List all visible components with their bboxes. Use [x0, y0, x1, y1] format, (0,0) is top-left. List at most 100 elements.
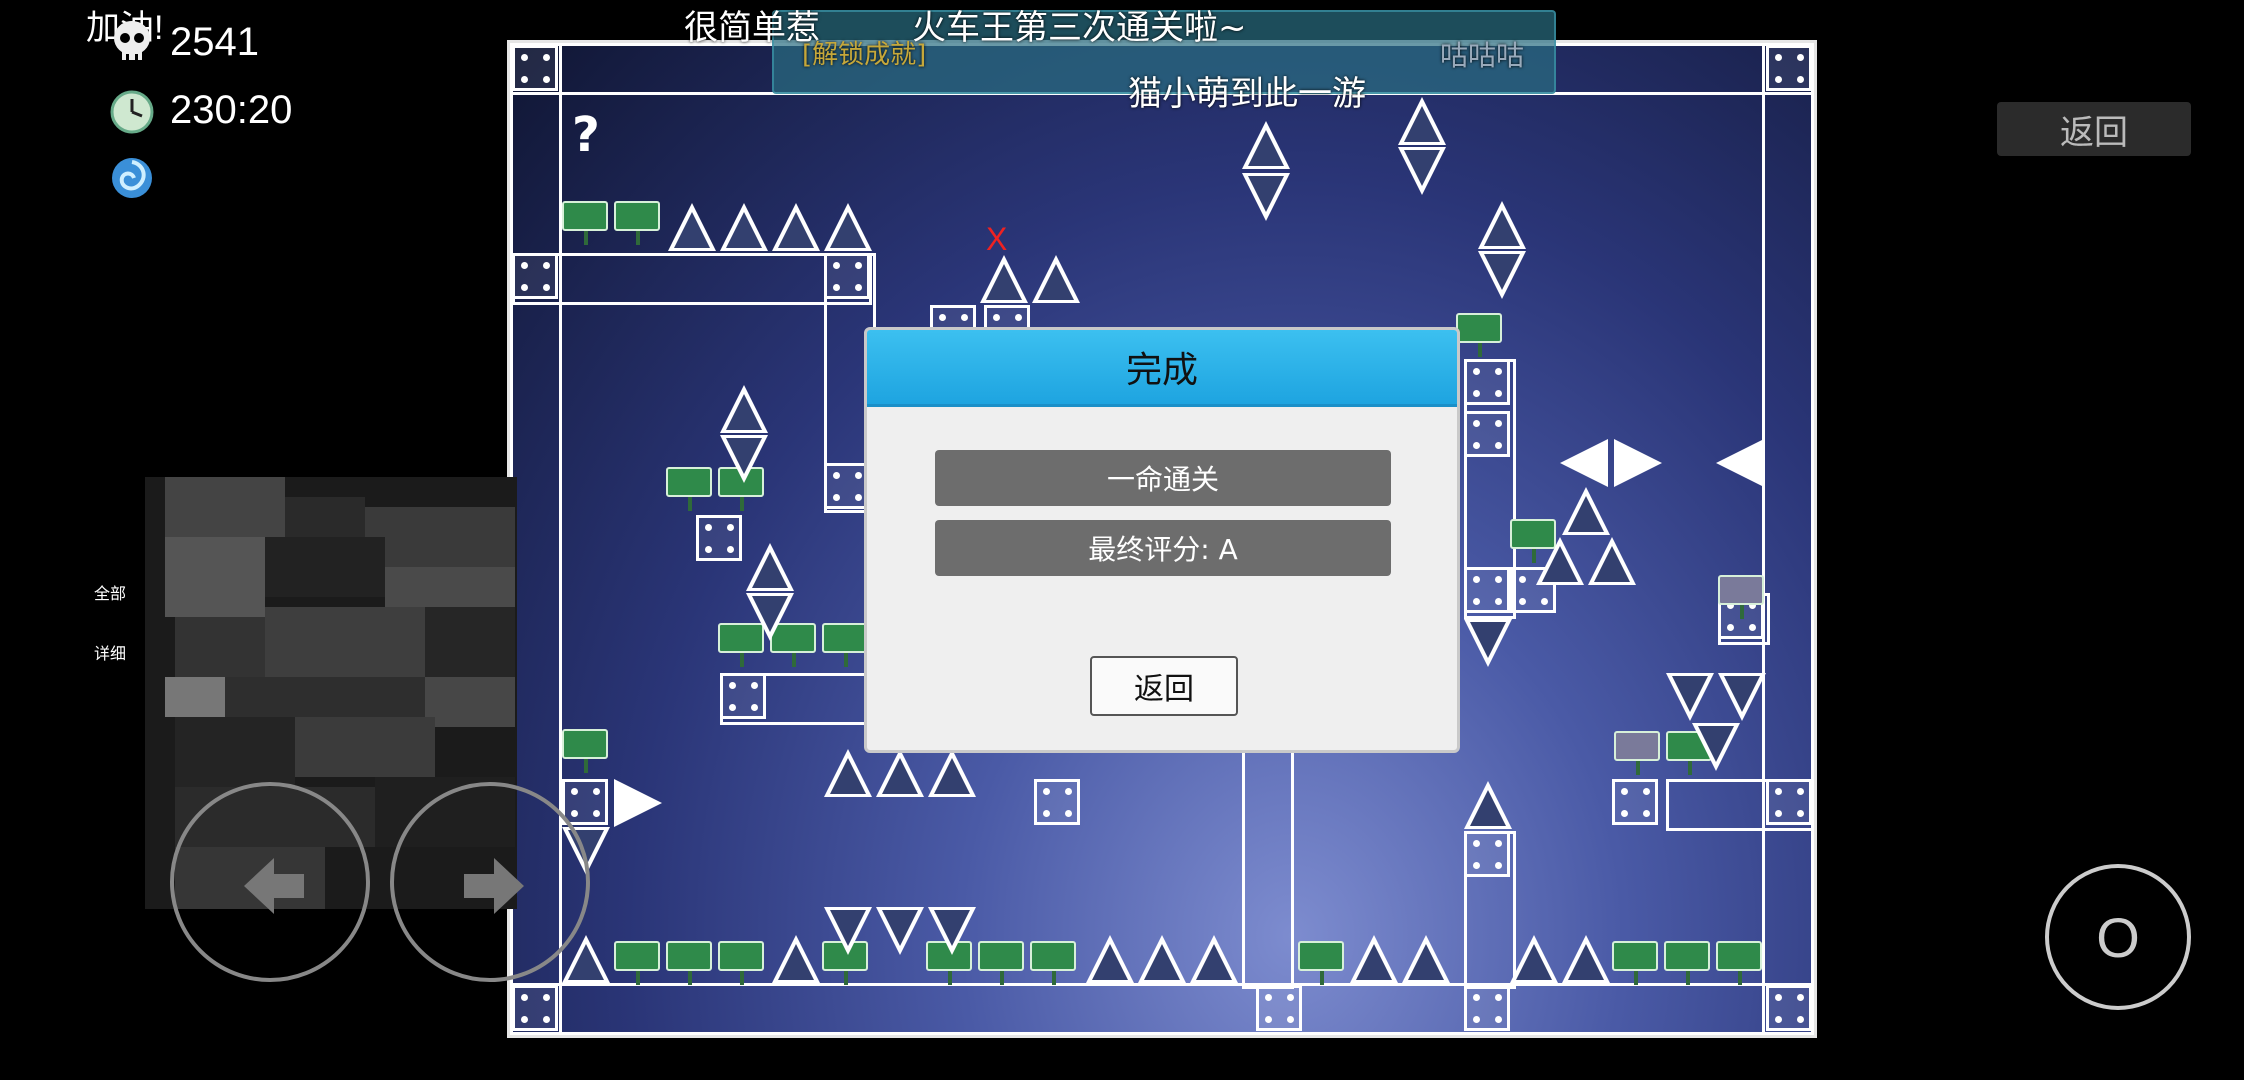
jump-button[interactable]: O	[2045, 864, 2191, 1010]
spike	[1588, 537, 1636, 585]
spike	[876, 907, 924, 955]
completion-dialog: 完成 一命通关 最终评分: A 返回	[864, 327, 1460, 753]
block	[512, 985, 558, 1031]
skull-icon	[108, 18, 156, 66]
arrow-left-icon	[244, 858, 304, 914]
spike	[1536, 537, 1584, 585]
sign	[614, 201, 660, 245]
spike	[772, 203, 820, 251]
spike	[1510, 935, 1558, 983]
spike	[1692, 723, 1740, 771]
danmaku-achievement: [解锁成就]	[802, 40, 927, 70]
spike	[720, 203, 768, 251]
spike	[1398, 97, 1446, 145]
sign	[1718, 575, 1764, 619]
spike	[1478, 201, 1526, 249]
spike	[1086, 935, 1134, 983]
spike	[1478, 251, 1526, 299]
dialog-back-button[interactable]: 返回	[1090, 656, 1238, 716]
spike	[1614, 439, 1662, 487]
final-score: 最终评分: A	[935, 520, 1391, 576]
danmaku-line-4: 猫小萌到此一游	[1128, 74, 1366, 114]
spike	[1398, 147, 1446, 195]
spike	[1138, 935, 1186, 983]
block	[512, 45, 558, 91]
sign	[614, 941, 660, 985]
swirl-icon	[110, 156, 154, 200]
side-tab-all[interactable]: 全部	[94, 580, 126, 604]
spike	[1242, 173, 1290, 221]
death-marker: X	[986, 221, 1008, 257]
spike	[746, 543, 794, 591]
timer: 230:20	[170, 88, 293, 132]
spike	[1666, 673, 1714, 721]
block	[1256, 985, 1302, 1031]
block	[696, 515, 742, 561]
sign	[1664, 941, 1710, 985]
danmaku-line-2: 火车王第三次通关啦~	[912, 8, 1247, 48]
block	[1034, 779, 1080, 825]
danmaku-gugugu: 咕咕咕	[1440, 39, 1525, 72]
pillar	[1464, 359, 1516, 619]
sign	[1456, 313, 1502, 357]
block	[1612, 779, 1658, 825]
spike	[668, 203, 716, 251]
spike	[980, 255, 1028, 303]
hint-mark: ?	[572, 107, 600, 163]
side-tab-detail[interactable]: 详细	[94, 640, 126, 664]
death-count: 2541	[170, 20, 259, 64]
sign	[562, 729, 608, 773]
sign	[666, 467, 712, 511]
danmaku-line-1: 很简单惹	[684, 8, 820, 48]
spike	[1350, 935, 1398, 983]
sign	[562, 201, 608, 245]
spike	[824, 203, 872, 251]
spike	[614, 779, 662, 827]
clock-icon	[110, 90, 154, 134]
spike	[1562, 935, 1610, 983]
spike	[928, 907, 976, 955]
spike	[1718, 673, 1766, 721]
block	[562, 779, 608, 825]
sign	[1030, 941, 1076, 985]
spike	[1190, 935, 1238, 983]
sign	[718, 941, 764, 985]
spike	[1560, 439, 1608, 487]
pillar	[1242, 733, 1294, 989]
ledge	[1666, 779, 1814, 831]
spike	[1464, 781, 1512, 829]
pillar	[1464, 831, 1516, 989]
right-rail	[1762, 43, 1814, 1035]
block	[1766, 45, 1812, 91]
arrow-right-icon	[464, 858, 524, 914]
spike	[1716, 439, 1764, 487]
spike	[772, 935, 820, 983]
achievement-badge: 一命通关	[935, 450, 1391, 506]
spike	[746, 593, 794, 641]
ledge	[512, 253, 872, 305]
spike	[824, 907, 872, 955]
ledge	[720, 673, 880, 725]
spike	[1032, 255, 1080, 303]
block	[1766, 985, 1812, 1031]
spike	[720, 385, 768, 433]
sign	[822, 623, 868, 667]
move-right-button[interactable]	[390, 782, 590, 982]
sign	[1612, 941, 1658, 985]
spike	[1402, 935, 1450, 983]
spike	[928, 749, 976, 797]
sign	[1614, 731, 1660, 775]
spike	[720, 435, 768, 483]
sign	[1298, 941, 1344, 985]
block	[1464, 985, 1510, 1031]
back-button[interactable]: 返回	[1997, 102, 2191, 156]
bottom-rail	[510, 983, 1814, 1035]
spike	[1464, 619, 1512, 667]
spike	[824, 749, 872, 797]
dialog-title: 完成	[867, 330, 1457, 407]
move-left-button[interactable]	[170, 782, 370, 982]
spike	[1242, 121, 1290, 169]
sign	[666, 941, 712, 985]
sign	[1716, 941, 1762, 985]
sign	[978, 941, 1024, 985]
